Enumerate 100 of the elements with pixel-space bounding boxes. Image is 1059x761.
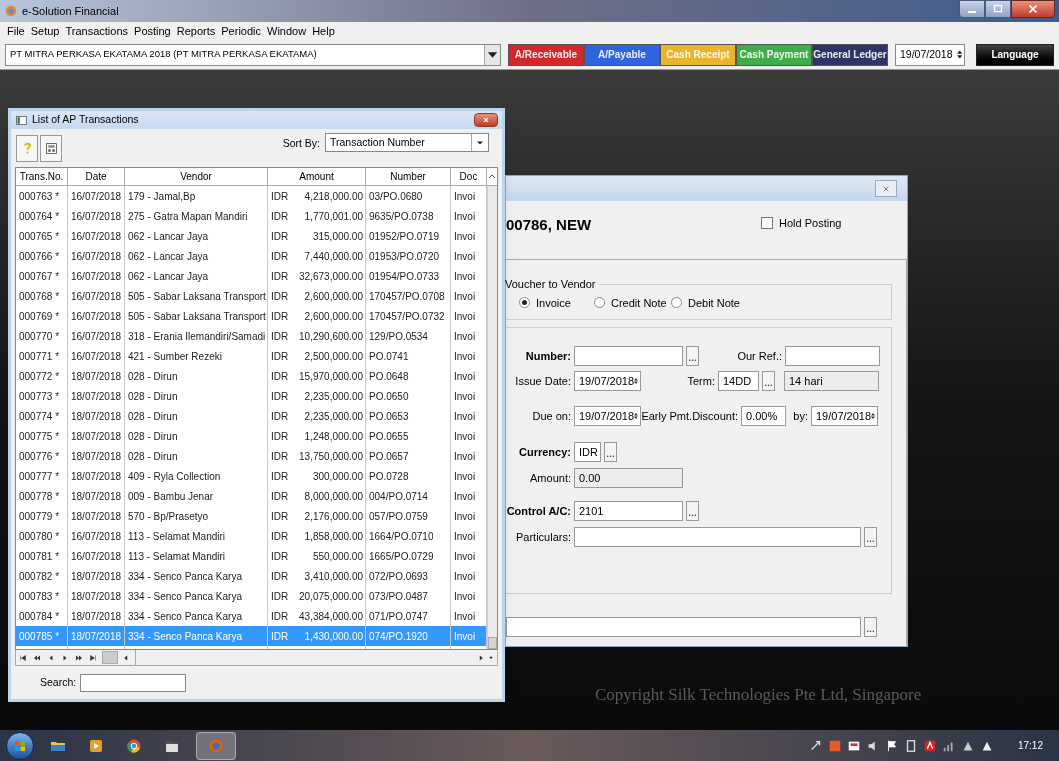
start-button[interactable] xyxy=(6,731,34,760)
search-field[interactable] xyxy=(80,673,187,692)
amount-value: 2,600,000.00 xyxy=(304,289,363,304)
table-row[interactable]: 000767 * 16/07/2018 062 - Lancar Jaya IDR 32,673,000.00 01954/PO.0733 Invoi xyxy=(16,266,487,286)
table-row[interactable]: 000776 * 18/07/2018 028 - Dirun IDR 13,750,000.00 PO.0657 Invoi xyxy=(16,446,487,466)
browse-button[interactable] xyxy=(604,442,617,462)
previous-icon xyxy=(47,653,55,662)
radio-button[interactable] xyxy=(594,297,605,309)
amount-value: 4,218,000.00 xyxy=(304,189,363,204)
table-row[interactable]: 000770 * 16/07/2018 318 - Erania Ilemandiri/Samadi IDR 10,290,600.00 129/PO.0534 Invoi xyxy=(16,326,487,346)
table-row[interactable]: 000782 * 18/07/2018 334 - Senco Panca Karya IDR 3,410,000.00 072/PO.0693 Invoi xyxy=(16,566,487,586)
minimize-button[interactable] xyxy=(959,0,985,18)
amount-value: 3,410,000.00 xyxy=(304,569,363,584)
table-row[interactable]: 000775 * 18/07/2018 028 - Dirun IDR 1,248,000.00 PO.0655 Invoi xyxy=(16,426,487,446)
browse-button[interactable] xyxy=(686,346,699,366)
close-button[interactable] xyxy=(474,113,498,127)
currency-code: IDR xyxy=(271,249,289,264)
date-field[interactable]: 19/07/2018 xyxy=(574,406,641,426)
table-row[interactable]: 000781 * 16/07/2018 113 - Selamat Mandiri IDR 550,000.00 1665/PO.0729 Invoi xyxy=(16,546,487,566)
menu-item[interactable]: Posting xyxy=(131,22,174,40)
help-button[interactable] xyxy=(16,134,38,162)
table-row[interactable]: 000784 * 18/07/2018 334 - Senco Panca Karya IDR 43,384,000.00 071/PO.0747 Invoi xyxy=(16,606,487,626)
maximize-button[interactable] xyxy=(985,0,1011,18)
menu-item[interactable]: File xyxy=(4,22,28,40)
input-field[interactable]: 0.00% xyxy=(741,406,786,426)
currency-code: IDR xyxy=(271,509,289,524)
menu-item[interactable]: Transactions xyxy=(62,22,132,40)
browse-button[interactable] xyxy=(864,527,877,547)
copyright-text: Copyright Silk Technologies Pte Ltd, Singapore xyxy=(595,684,922,706)
input-field[interactable] xyxy=(574,346,683,366)
date-field[interactable]: 19/07/2018 xyxy=(574,371,641,391)
browser-icon xyxy=(126,737,142,754)
date-field[interactable]: 19/07/2018 xyxy=(895,43,965,66)
input-field[interactable]: 0.00 xyxy=(574,468,683,488)
menu-item[interactable]: Periodic xyxy=(218,22,265,40)
first-record-icon xyxy=(19,653,27,662)
table-row[interactable]: 000773 * 18/07/2018 028 - Dirun IDR 2,235,000.00 PO.0650 Invoi xyxy=(16,386,487,406)
field-label: Sort By: xyxy=(282,136,320,151)
input-field[interactable]: IDR xyxy=(574,442,601,462)
field-label: Number: xyxy=(524,348,572,364)
table-cell: 18/07/2018 xyxy=(68,626,125,646)
table-row[interactable]: 000774 * 18/07/2018 028 - Dirun IDR 2,235,000.00 PO.0653 Invoi xyxy=(16,406,487,426)
window-title: List of AP Transactions xyxy=(32,112,140,128)
column-header[interactable]: Trans.No. xyxy=(16,168,68,185)
field-label: Control A/C: xyxy=(506,503,572,519)
field-label: Currency: xyxy=(518,444,572,460)
menu-item[interactable]: Reports xyxy=(173,22,219,40)
table-row[interactable]: 000769 * 16/07/2018 505 - Sabar Laksana Transport IDR 2,600,000.00 170457/PO.0732 Invoi xyxy=(16,306,487,326)
checkbox[interactable] xyxy=(761,217,773,230)
radio-button[interactable] xyxy=(519,297,530,309)
table-row[interactable]: 000765 * 16/07/2018 062 - Lancar Jaya IDR 315,000.00 01952/PO.0719 Invoi xyxy=(16,226,487,246)
vertical-scrollbar[interactable] xyxy=(487,186,497,649)
menu-item[interactable]: Setup xyxy=(27,22,63,40)
amount-value: 1,858,000.00 xyxy=(304,529,363,544)
date-field[interactable]: 19/07/2018 xyxy=(811,406,878,426)
scroll-thumb[interactable] xyxy=(102,651,118,664)
column-header[interactable]: Number xyxy=(366,168,451,185)
column-header[interactable]: Doc xyxy=(451,168,487,185)
currency-code: IDR xyxy=(271,549,289,564)
table-row[interactable]: 000771 * 16/07/2018 421 - Sumber Rezeki IDR 2,500,000.00 PO.0741 Invoi xyxy=(16,346,487,366)
column-header[interactable]: Vendor xyxy=(125,168,268,185)
table-row[interactable]: 000779 * 18/07/2018 570 - Bp/Prasetyo IDR 2,176,000.00 057/PO.0759 Invoi xyxy=(16,506,487,526)
table-row[interactable]: 000772 * 18/07/2018 028 - Dirun IDR 15,970,000.00 PO.0648 Invoi xyxy=(16,366,487,386)
column-header[interactable]: Date xyxy=(68,168,125,185)
company-dropdown[interactable]: PT MITRA PERKASA EKATAMA 2018 (PT MITRA PERKASA EKATAMA) xyxy=(5,43,501,66)
input-field[interactable]: 14 hari xyxy=(784,371,879,391)
module-button[interactable]: A/Payable xyxy=(584,43,660,66)
menu-item[interactable]: Window xyxy=(264,22,310,40)
table-row[interactable]: 000780 * 16/07/2018 113 - Selamat Mandiri IDR 1,858,000.00 1664/PO.0710 Invoi xyxy=(16,526,487,546)
module-button[interactable]: General Ledger xyxy=(812,43,888,66)
close-button[interactable] xyxy=(1011,0,1055,18)
sort-dropdown[interactable]: Transaction Number xyxy=(325,133,489,152)
menu-item[interactable]: Help xyxy=(309,22,338,40)
table-row[interactable]: 000764 * 16/07/2018 275 - Gatra Mapan Mandiri IDR 1,770,001.00 9635/PO.0738 Invoi xyxy=(16,206,487,226)
browse-button[interactable] xyxy=(864,617,877,637)
taskbar-button[interactable] xyxy=(196,731,236,760)
app-icon[interactable] xyxy=(922,738,937,753)
input-field[interactable] xyxy=(574,527,861,547)
fast-forward-icon xyxy=(75,653,83,662)
currency-code: IDR xyxy=(271,449,289,464)
table-row[interactable]: 000763 * 16/07/2018 179 - Jamal,Bp IDR 4,218,000.00 03/PO.0680 Invoi xyxy=(16,186,487,206)
module-button[interactable]: A/Receivable xyxy=(508,43,584,66)
table-row[interactable]: 000778 * 18/07/2018 009 - Bambu Jenar IDR 8,000,000.00 004/PO.0714 Invoi xyxy=(16,486,487,506)
field-label: Issue Date: xyxy=(514,373,572,389)
properties-button[interactable] xyxy=(40,134,62,162)
table-row[interactable]: 000783 * 18/07/2018 334 - Senco Panca Karya IDR 20,075,000.00 073/PO.0487 Invoi xyxy=(16,586,487,606)
table-row[interactable]: 000777 * 18/07/2018 409 - Ryla Collection IDR 300,000.00 PO.0728 Invoi xyxy=(16,466,487,486)
currency-code: IDR xyxy=(271,349,289,364)
input-field[interactable]: 14DD xyxy=(718,371,759,391)
amount-value: 315,000.00 xyxy=(312,229,363,244)
browse-button[interactable] xyxy=(686,501,699,521)
language-button[interactable]: Language xyxy=(976,43,1054,66)
radio-button[interactable] xyxy=(671,297,682,309)
table-row[interactable]: 000766 * 16/07/2018 062 - Lancar Jaya IDR 7,440,000.00 01953/PO.0720 Invoi xyxy=(16,246,487,266)
input-field[interactable]: 2101 xyxy=(574,501,683,521)
table-row[interactable]: 000768 * 16/07/2018 505 - Sabar Laksana Transport IDR 2,600,000.00 170457/PO.0708 Invoi xyxy=(16,286,487,306)
input-field[interactable] xyxy=(785,346,880,366)
browse-button[interactable] xyxy=(762,371,775,391)
column-header[interactable]: Amount xyxy=(268,168,366,185)
input-field[interactable] xyxy=(506,617,861,637)
